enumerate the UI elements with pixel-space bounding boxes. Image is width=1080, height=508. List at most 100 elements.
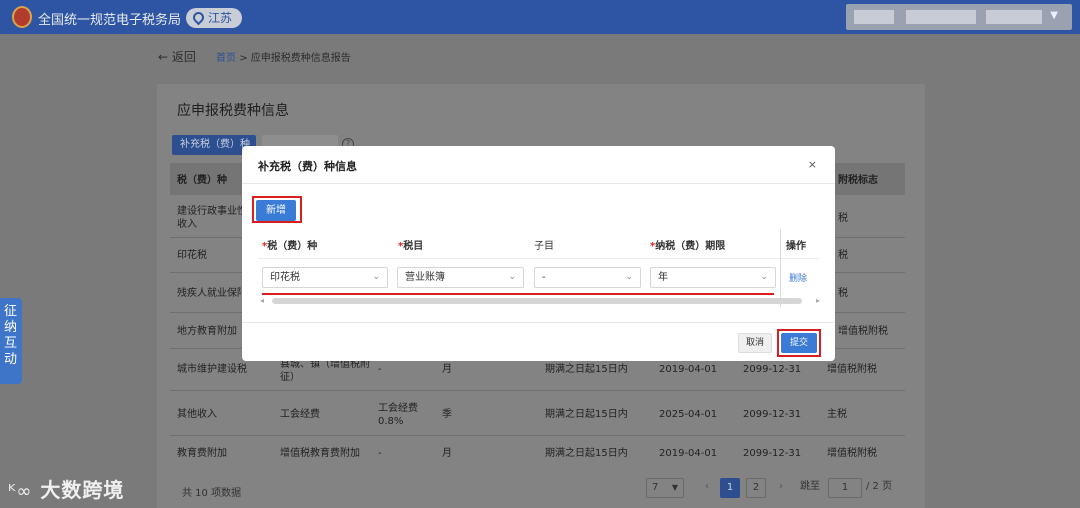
row-divider bbox=[170, 390, 905, 391]
period-select[interactable]: 年 ⌄ bbox=[650, 267, 776, 288]
row-sub: - bbox=[378, 364, 382, 375]
row-sub: 工会经费0.8% bbox=[378, 403, 418, 427]
row-end-date: 2099-12-31 bbox=[743, 364, 802, 375]
row-name: 建设行政事业性收入 bbox=[177, 206, 247, 230]
column-label: 税（费）种 bbox=[267, 241, 318, 252]
blurred-text bbox=[906, 10, 976, 24]
region-label: 江苏 bbox=[208, 11, 233, 25]
row-period: 月 bbox=[442, 364, 452, 375]
column-label: 税目 bbox=[403, 241, 424, 252]
breadcrumb-current: 应申报税费种信息报告 bbox=[250, 53, 351, 64]
breadcrumb: 首页 > 应申报税费种信息报告 bbox=[216, 49, 351, 64]
next-page-icon[interactable]: › bbox=[774, 478, 788, 498]
blurred-text bbox=[854, 10, 894, 24]
row-name: 其他收入 bbox=[177, 409, 217, 420]
table-header-divider bbox=[258, 258, 819, 259]
scroll-left-icon[interactable]: ◂ bbox=[260, 296, 264, 305]
page-size-value: 7 bbox=[652, 482, 659, 493]
close-icon[interactable]: × bbox=[808, 158, 817, 171]
period-value: 年 bbox=[658, 272, 668, 283]
column-header-flag: 附税标志 bbox=[838, 175, 878, 186]
blurred-text bbox=[986, 10, 1042, 24]
sub-item-value: - bbox=[542, 272, 546, 283]
column-header-tax-type: 税（费）种 bbox=[177, 175, 227, 186]
row-flag: 税 bbox=[838, 288, 848, 299]
prev-page-icon[interactable]: ‹ bbox=[700, 478, 714, 498]
watermark-logo-icon: ᴷ∞ bbox=[8, 481, 33, 502]
highlight-box bbox=[252, 196, 302, 223]
delete-link[interactable]: 删除 bbox=[789, 271, 807, 284]
sub-item-select[interactable]: - ⌄ bbox=[534, 267, 641, 288]
row-start-date: 2019-04-01 bbox=[659, 448, 718, 459]
row-name: 印花税 bbox=[177, 250, 207, 261]
row-flag: 主税 bbox=[827, 409, 847, 420]
divider bbox=[242, 183, 835, 184]
tax-item-value: 营业账簿 bbox=[405, 272, 445, 283]
row-period: 季 bbox=[442, 409, 452, 420]
total-count: 共 10 项数据 bbox=[182, 488, 242, 499]
highlight-underline bbox=[262, 293, 774, 295]
row-name: 城市维护建设税 bbox=[177, 364, 247, 375]
back-link[interactable]: ← 返回 bbox=[158, 48, 196, 65]
breadcrumb-home[interactable]: 首页 bbox=[216, 53, 236, 64]
page-size-select[interactable]: 7 ▼ bbox=[646, 478, 684, 498]
row-item: 工会经费 bbox=[280, 409, 320, 420]
row-deadline: 期满之日起15日内 bbox=[545, 364, 628, 375]
top-bar: 全国统一规范电子税务局 江苏 ▼ bbox=[0, 0, 1080, 34]
row-flag: 增值税附税 bbox=[827, 364, 877, 375]
row-sub: - bbox=[378, 448, 382, 459]
goto-label: 跳至 bbox=[800, 481, 820, 492]
user-info-blurred[interactable]: ▼ bbox=[846, 4, 1072, 30]
row-flag: 增值税附税 bbox=[838, 326, 888, 337]
column-label: 纳税（费）期限 bbox=[655, 241, 726, 252]
row-end-date: 2099-12-31 bbox=[743, 448, 802, 459]
chevron-down-icon: ⌄ bbox=[508, 272, 516, 282]
horizontal-scrollbar[interactable]: ◂ ▸ bbox=[260, 296, 820, 306]
supplement-tax-dialog: 补充税（费）种信息 × 新增 *税（费）种 *税目 子目 *纳税（费）期限 操作… bbox=[242, 146, 835, 361]
watermark: ᴷ∞ 大数跨境 bbox=[8, 474, 124, 503]
row-period: 月 bbox=[442, 448, 452, 459]
row-end-date: 2099-12-31 bbox=[743, 409, 802, 420]
row-flag: 增值税附税 bbox=[827, 448, 877, 459]
row-deadline: 期满之日起15日内 bbox=[545, 448, 628, 459]
tax-item-select[interactable]: 营业账簿 ⌄ bbox=[397, 267, 524, 288]
column-header-action: 操作 bbox=[786, 241, 806, 252]
interaction-side-tab[interactable]: 征纳互动 bbox=[0, 298, 22, 384]
divider bbox=[242, 322, 835, 323]
tax-type-value: 印花税 bbox=[270, 272, 300, 283]
highlight-box bbox=[777, 329, 821, 357]
row-name: 残疾人就业保障 bbox=[177, 288, 241, 299]
chevron-down-icon: ⌄ bbox=[625, 272, 633, 282]
scrollbar-thumb[interactable] bbox=[272, 298, 802, 304]
tax-type-select[interactable]: 印花税 ⌄ bbox=[262, 267, 388, 288]
column-header-tax-type: *税（费）种 bbox=[262, 237, 317, 252]
row-flag: 税 bbox=[838, 250, 848, 261]
location-pin-icon bbox=[190, 9, 207, 26]
dialog-title: 补充税（费）种信息 bbox=[258, 160, 357, 173]
chevron-down-icon: ▼ bbox=[1050, 10, 1058, 21]
row-item: 县城、镇（增值税附征） bbox=[280, 359, 370, 383]
page-title: 应申报税费种信息 bbox=[177, 103, 289, 119]
column-header-period: *纳税（费）期限 bbox=[650, 237, 725, 252]
tax-emblem-logo bbox=[12, 6, 32, 28]
row-start-date: 2019-04-01 bbox=[659, 364, 718, 375]
row-name: 教育费附加 bbox=[177, 448, 227, 459]
row-start-date: 2025-04-01 bbox=[659, 409, 718, 420]
scroll-right-icon[interactable]: ▸ bbox=[816, 296, 820, 305]
total-pages: / 2 页 bbox=[866, 481, 893, 492]
row-flag: 税 bbox=[838, 213, 848, 224]
cancel-button[interactable]: 取消 bbox=[738, 333, 772, 353]
back-label: 返回 bbox=[171, 50, 196, 64]
chevron-down-icon: ⌄ bbox=[372, 272, 380, 282]
watermark-text: 大数跨境 bbox=[40, 478, 125, 502]
row-name: 地方教育附加 bbox=[177, 326, 237, 337]
column-header-sub-item: 子目 bbox=[534, 241, 554, 252]
region-selector[interactable]: 江苏 bbox=[186, 8, 243, 28]
page-button-1[interactable]: 1 bbox=[720, 478, 740, 498]
page-button-2[interactable]: 2 bbox=[746, 478, 766, 498]
row-item: 增值税教育费附加 bbox=[280, 448, 360, 459]
column-header-tax-item: *税目 bbox=[398, 237, 423, 252]
goto-page-input[interactable]: 1 bbox=[828, 478, 862, 498]
breadcrumb-separator: > bbox=[239, 53, 248, 64]
site-name: 全国统一规范电子税务局 bbox=[38, 13, 182, 28]
